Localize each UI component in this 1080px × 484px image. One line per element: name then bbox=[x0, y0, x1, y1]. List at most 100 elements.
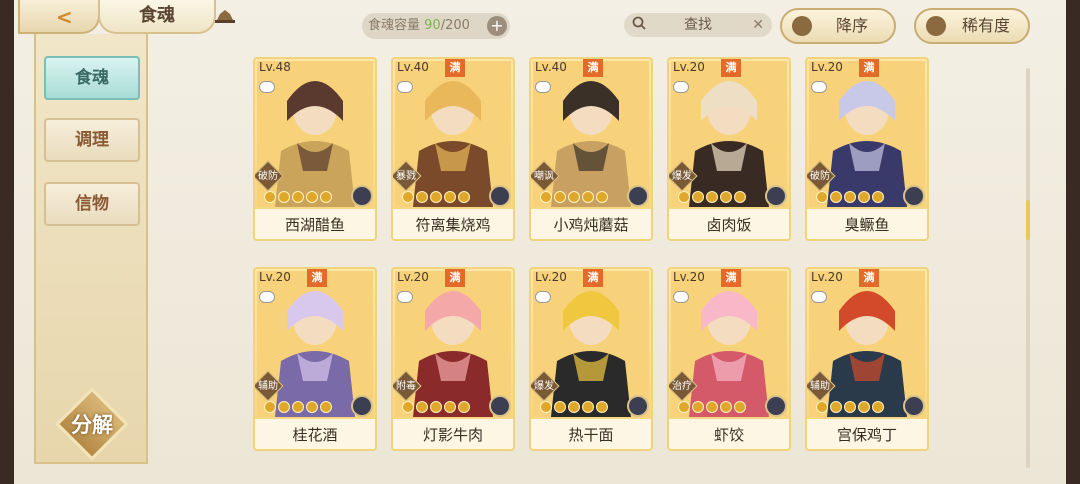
level-label: Lv.20 bbox=[811, 60, 843, 74]
element-badge-icon bbox=[903, 395, 925, 417]
role-label: 破防 bbox=[810, 171, 830, 182]
star-rating bbox=[402, 191, 470, 203]
element-badge-icon bbox=[489, 395, 511, 417]
max-level-badge: 满 bbox=[445, 269, 465, 287]
add-capacity-button[interactable]: + bbox=[487, 16, 507, 36]
level-label: Lv.20 bbox=[811, 270, 843, 284]
chat-bubble-icon bbox=[811, 81, 827, 93]
element-badge-icon bbox=[765, 395, 787, 417]
chat-bubble-icon bbox=[259, 291, 275, 303]
sort-key-label: 稀有度 bbox=[961, 16, 1010, 35]
food-soul-name: 小鸡炖蘑菇 bbox=[531, 209, 651, 239]
tab-tokens[interactable]: 信物 bbox=[44, 182, 140, 226]
role-label: 附毒 bbox=[396, 381, 416, 392]
chat-bubble-icon bbox=[535, 81, 551, 93]
role-label: 嘲讽 bbox=[534, 171, 554, 182]
star-rating bbox=[264, 191, 332, 203]
scrollbar-thumb[interactable] bbox=[1026, 200, 1030, 240]
search-placeholder: 查找 bbox=[684, 17, 712, 33]
max-level-badge: 满 bbox=[859, 269, 879, 287]
search-input[interactable]: 查找 ✕ bbox=[624, 13, 772, 37]
star-rating bbox=[816, 401, 884, 413]
chat-bubble-icon bbox=[397, 291, 413, 303]
food-soul-card[interactable]: Lv.20 满 辅助 宫保鸡丁 bbox=[805, 267, 929, 451]
food-soul-card[interactable]: Lv.40 满 嘲讽 小鸡炖蘑菇 bbox=[529, 57, 653, 241]
tab-conditioning[interactable]: 调理 bbox=[44, 118, 140, 162]
level-label: Lv.20 bbox=[259, 270, 291, 284]
max-level-badge: 满 bbox=[307, 269, 327, 287]
decompose-label: 分解 bbox=[71, 413, 113, 437]
sort-order-icon bbox=[792, 16, 812, 36]
chat-bubble-icon bbox=[397, 81, 413, 93]
max-level-badge: 满 bbox=[583, 59, 603, 77]
food-soul-name: 西湖醋鱼 bbox=[255, 209, 375, 239]
sort-order-button[interactable]: 降序 bbox=[780, 8, 896, 44]
element-badge-icon bbox=[627, 395, 649, 417]
role-label: 治疗 bbox=[672, 381, 692, 392]
star-rating bbox=[540, 401, 608, 413]
role-label: 暴戮 bbox=[396, 171, 416, 182]
star-rating bbox=[264, 401, 332, 413]
max-level-badge: 满 bbox=[721, 269, 741, 287]
sort-key-icon bbox=[926, 16, 946, 36]
level-label: Lv.48 bbox=[259, 60, 291, 74]
capacity-label: 食魂容量 bbox=[368, 18, 421, 33]
level-label: Lv.40 bbox=[397, 60, 429, 74]
decompose-button[interactable]: 分解 bbox=[54, 386, 130, 462]
food-soul-card[interactable]: Lv.20 满 治疗 虾饺 bbox=[667, 267, 791, 451]
food-soul-name: 宫保鸡丁 bbox=[807, 419, 927, 449]
element-badge-icon bbox=[903, 185, 925, 207]
element-badge-icon bbox=[627, 185, 649, 207]
element-badge-icon bbox=[765, 185, 787, 207]
food-soul-name: 灯影牛肉 bbox=[393, 419, 513, 449]
clear-search-icon[interactable]: ✕ bbox=[752, 13, 764, 37]
food-soul-name: 符离集烧鸡 bbox=[393, 209, 513, 239]
max-level-badge: 满 bbox=[445, 59, 465, 77]
food-soul-card[interactable]: Lv.20 满 爆发 卤肉饭 bbox=[667, 57, 791, 241]
capacity-current: 90 bbox=[424, 18, 441, 33]
back-button[interactable]: < bbox=[18, 0, 100, 34]
level-label: Lv.20 bbox=[673, 270, 705, 284]
food-soul-name: 臭鳜鱼 bbox=[807, 209, 927, 239]
chat-bubble-icon bbox=[811, 291, 827, 303]
star-rating bbox=[540, 191, 608, 203]
page-title: 食魂 bbox=[98, 0, 216, 34]
tab-food-souls[interactable]: 食魂 bbox=[44, 56, 140, 100]
food-soul-name: 热干面 bbox=[531, 419, 651, 449]
level-label: Lv.20 bbox=[397, 270, 429, 284]
max-level-badge: 满 bbox=[721, 59, 741, 77]
food-soul-card[interactable]: Lv.40 满 暴戮 符离集烧鸡 bbox=[391, 57, 515, 241]
max-level-badge: 满 bbox=[583, 269, 603, 287]
food-soul-card[interactable]: Lv.48 破防 西湖醋鱼 bbox=[253, 57, 377, 241]
element-badge-icon bbox=[351, 185, 373, 207]
food-soul-name: 虾饺 bbox=[669, 419, 789, 449]
chat-bubble-icon bbox=[673, 291, 689, 303]
scrollbar[interactable] bbox=[1026, 68, 1030, 468]
star-rating bbox=[816, 191, 884, 203]
chat-bubble-icon bbox=[673, 81, 689, 93]
role-label: 破防 bbox=[258, 171, 278, 182]
star-rating bbox=[678, 191, 746, 203]
max-level-badge: 满 bbox=[859, 59, 879, 77]
food-soul-card[interactable]: Lv.20 满 辅助 桂花酒 bbox=[253, 267, 377, 451]
level-label: Lv.20 bbox=[535, 270, 567, 284]
chat-bubble-icon bbox=[259, 81, 275, 93]
food-soul-card[interactable]: Lv.20 满 附毒 灯影牛肉 bbox=[391, 267, 515, 451]
sort-key-button[interactable]: 稀有度 bbox=[914, 8, 1030, 44]
role-label: 爆发 bbox=[534, 381, 554, 392]
sort-order-label: 降序 bbox=[835, 16, 868, 35]
food-soul-name: 桂花酒 bbox=[255, 419, 375, 449]
level-label: Lv.20 bbox=[673, 60, 705, 74]
food-soul-name: 卤肉饭 bbox=[669, 209, 789, 239]
star-rating bbox=[678, 401, 746, 413]
food-soul-card[interactable]: Lv.20 满 破防 臭鳜鱼 bbox=[805, 57, 929, 241]
back-arrow-icon: < bbox=[56, 5, 73, 29]
star-rating bbox=[402, 401, 470, 413]
role-label: 爆发 bbox=[672, 171, 692, 182]
capacity-indicator: 食魂容量 90/200 + bbox=[362, 13, 510, 39]
food-soul-card[interactable]: Lv.20 满 爆发 热干面 bbox=[529, 267, 653, 451]
element-badge-icon bbox=[351, 395, 373, 417]
hat-icon[interactable] bbox=[215, 8, 235, 24]
role-label: 辅助 bbox=[810, 381, 830, 392]
capacity-max: /200 bbox=[440, 18, 470, 33]
